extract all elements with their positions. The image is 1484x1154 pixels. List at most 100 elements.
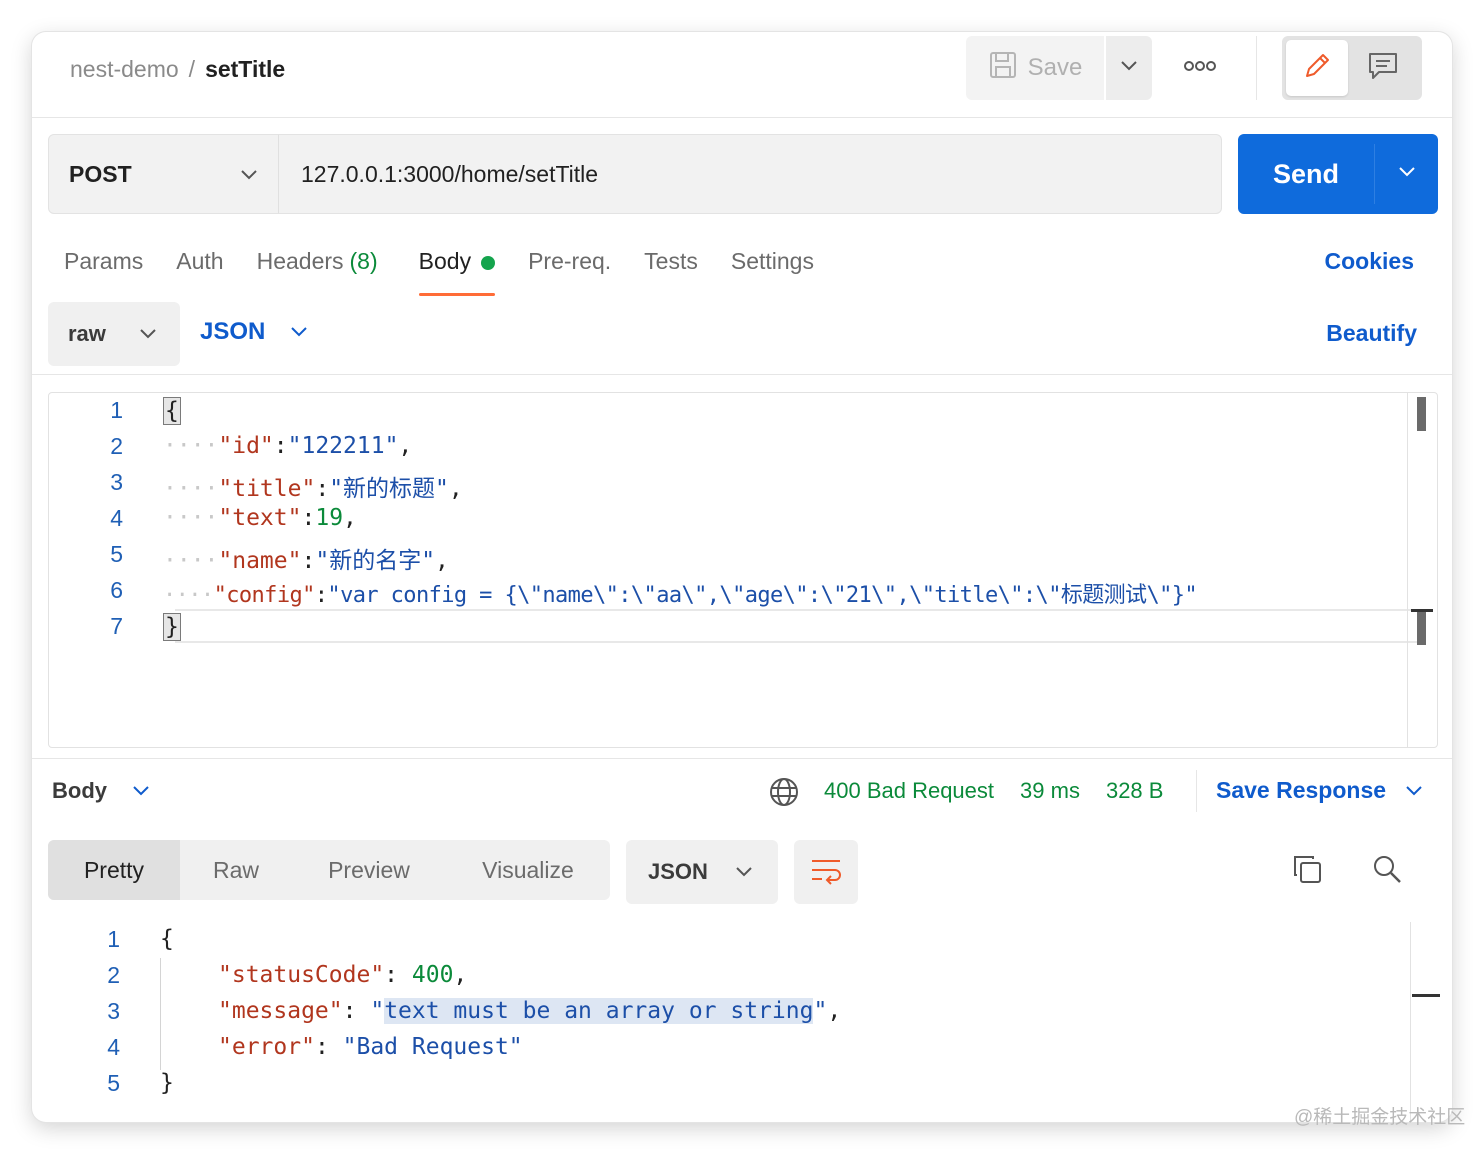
json-key: "title" (218, 476, 316, 502)
response-size[interactable]: 328 B (1106, 778, 1164, 804)
response-status-bar: 400 Bad Request 39 ms 328 B (824, 778, 1163, 804)
json-colon: : (314, 583, 328, 608)
matched-brace: } (163, 613, 181, 641)
url-text: 127.0.0.1:3000/home/setTitle (301, 160, 599, 187)
line-number: 7 (110, 613, 123, 639)
response-format-select[interactable]: JSON (626, 840, 778, 904)
indent-guide (160, 958, 161, 1070)
tab-auth[interactable]: Auth (176, 246, 223, 296)
response-divider (32, 758, 1452, 759)
response-overview-marker (1412, 994, 1440, 997)
search-icon (1370, 856, 1404, 890)
header-divider (1256, 36, 1257, 100)
mode-toggle (1282, 36, 1422, 100)
request-body-editor[interactable]: 1 2 3 4 5 6 7 { ····"id":"122211", ····"… (48, 392, 1438, 748)
save-button[interactable]: Save (966, 36, 1104, 100)
save-icon (988, 50, 1018, 87)
url-input[interactable]: 127.0.0.1:3000/home/setTitle (278, 134, 1222, 214)
body-mode-select[interactable]: raw (48, 302, 180, 366)
breadcrumb-request-name[interactable]: setTitle (205, 56, 285, 82)
editor-scrollbar-thumb[interactable] (1417, 397, 1426, 431)
editor-scrollbar-track (1407, 393, 1408, 747)
watermark: @稀土掘金技术社区 (1294, 1107, 1466, 1128)
json-value: 19 (315, 505, 344, 531)
response-view-label: Body (52, 778, 107, 803)
method-select[interactable]: POST (48, 134, 280, 214)
status-divider (1196, 770, 1197, 812)
cookies-link[interactable]: Cookies (1325, 248, 1414, 275)
code-line: { (163, 397, 181, 425)
save-dropdown-button[interactable] (1106, 36, 1152, 100)
body-indicator-dot (481, 256, 496, 270)
json-colon: : (301, 548, 316, 574)
json-value-quote: " (370, 998, 385, 1024)
save-label: Save (1027, 54, 1083, 81)
more-actions-button[interactable] (1172, 52, 1228, 84)
code-line: "statusCode": 400, (218, 962, 468, 988)
json-comma: , (398, 433, 413, 459)
response-view-select[interactable]: Body (52, 778, 151, 804)
json-key: "statusCode" (218, 962, 385, 988)
save-response-button[interactable]: Save Response (1216, 777, 1424, 804)
breadcrumb-collection[interactable]: nest-demo (70, 56, 179, 82)
tab-pre-request[interactable]: Pre-req. (528, 246, 611, 296)
line-number: 3 (107, 998, 120, 1024)
globe-icon[interactable] (768, 776, 800, 813)
json-comma: , (448, 476, 463, 502)
json-colon: : (273, 433, 288, 459)
json-value: "var config = {\"name\":\"aa\",\"age\":\… (327, 583, 1198, 608)
response-view-tabs: Pretty Raw Preview Visualize (48, 840, 610, 900)
tab-settings[interactable]: Settings (731, 246, 814, 296)
json-value: "Bad Request" (342, 1034, 523, 1060)
postman-window: nest-demo / setTitle Save POST 127.0.0.1… (32, 32, 1452, 1122)
response-body-viewer[interactable]: 1 2 3 4 5 { "statusCode": 400, "message"… (32, 922, 1452, 1122)
current-line-highlight (175, 609, 1417, 643)
tab-pretty[interactable]: Pretty (48, 840, 180, 900)
send-dropdown-button[interactable] (1375, 134, 1438, 214)
tab-raw[interactable]: Raw (180, 840, 292, 900)
line-number: 1 (107, 926, 120, 952)
tab-label: Body (418, 248, 472, 274)
tab-body[interactable]: Body (418, 246, 496, 296)
code-line: } (163, 613, 181, 641)
wrap-lines-button[interactable] (794, 840, 858, 904)
body-format-select[interactable]: JSON (200, 318, 309, 346)
chevron-down-icon (138, 321, 158, 347)
request-header: nest-demo / setTitle Save (32, 32, 1452, 118)
line-number: 6 (110, 577, 123, 603)
response-time[interactable]: 39 ms (1020, 778, 1080, 804)
document-icon (1367, 51, 1399, 86)
section-divider (32, 374, 1452, 375)
matched-brace: { (163, 397, 181, 425)
json-value: "122211" (287, 433, 399, 459)
tab-params[interactable]: Params (64, 246, 143, 296)
tab-label: Tests (644, 248, 698, 274)
editor-overview-marker (1411, 609, 1433, 645)
json-key: "config" (213, 583, 316, 608)
documentation-mode-button[interactable] (1352, 40, 1414, 96)
json-comma: , (343, 505, 357, 531)
json-value: "新的标题" (329, 476, 449, 502)
code-line: ····"text":19, (163, 505, 357, 531)
line-number: 2 (110, 433, 123, 459)
save-group: Save (966, 36, 1152, 100)
json-open-brace: { (160, 926, 174, 952)
status-code[interactable]: 400 Bad Request (824, 778, 994, 804)
line-number: 4 (110, 505, 123, 531)
chevron-down-icon (131, 778, 151, 804)
chevron-down-icon (1404, 777, 1424, 804)
beautify-button[interactable]: Beautify (1326, 320, 1417, 347)
json-comma: , (827, 998, 842, 1024)
tab-headers[interactable]: Headers (8) (257, 246, 378, 296)
tab-tests[interactable]: Tests (644, 246, 698, 296)
pencil-icon (1301, 50, 1333, 87)
edit-mode-button[interactable] (1286, 40, 1348, 96)
send-button[interactable]: Send (1238, 134, 1374, 214)
tab-label: Params (64, 248, 144, 274)
tab-preview[interactable]: Preview (292, 840, 446, 900)
line-number: 3 (110, 469, 123, 495)
copy-response-button[interactable] (1290, 852, 1324, 891)
tab-visualize[interactable]: Visualize (446, 840, 610, 900)
tab-label: Pre-req. (528, 248, 612, 274)
search-response-button[interactable] (1370, 852, 1404, 891)
